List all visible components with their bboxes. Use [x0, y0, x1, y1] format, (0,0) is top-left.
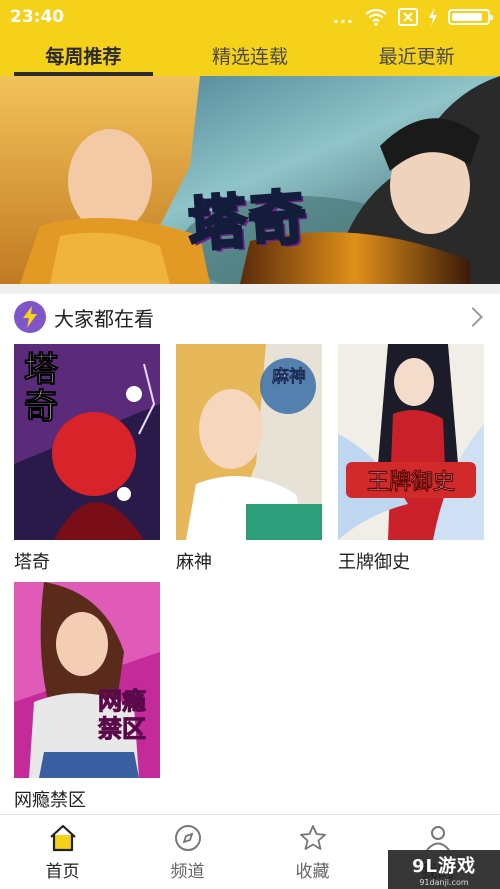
comic-title[interactable]: 塔奇 [14, 548, 160, 574]
comic-card[interactable]: 麻神 麻神 [176, 344, 322, 574]
home-icon [49, 824, 76, 852]
tab-weekly-recommend[interactable]: 每周推荐 [0, 34, 167, 76]
comic-card[interactable]: 王牌御史 王牌御史 [338, 344, 484, 574]
nav-channels[interactable]: 频道 [125, 815, 250, 889]
user-icon [425, 826, 450, 851]
watermark-main: 9L游戏 [412, 856, 476, 877]
section-title: 大家都在看 [54, 306, 154, 331]
status-icons: ... [332, 7, 493, 27]
hero-banner[interactable]: 塔奇 [0, 76, 500, 284]
comic-cover[interactable]: 王牌御史 [338, 344, 484, 540]
cover-title-text: 麻神 [272, 367, 307, 387]
comic-title[interactable]: 网瘾禁区 [14, 786, 160, 812]
tab-recent-updates[interactable]: 最近更新 [333, 34, 500, 76]
tab-bar: 每周推荐 精选连载 最近更新 [0, 34, 500, 76]
no-sim-icon [398, 8, 418, 26]
watermark-sub: 91danji.com [419, 878, 469, 887]
banner-title: 塔奇 [185, 181, 312, 260]
comic-cover[interactable]: 网瘾禁区 [14, 582, 160, 778]
status-bar: 23:40 ... [0, 0, 500, 34]
nav-favorites[interactable]: 收藏 [250, 815, 375, 889]
nav-label-home: 首页 [45, 862, 80, 882]
comic-title[interactable]: 王牌御史 [338, 548, 484, 574]
lightning-icon [14, 301, 46, 333]
comic-card[interactable]: 塔奇 塔奇 [14, 344, 160, 574]
watermark-logo: 9L游戏 91danji.com [388, 850, 500, 889]
section-separator [0, 284, 500, 294]
nav-home[interactable]: 首页 [0, 815, 125, 889]
battery-icon [448, 9, 493, 25]
chevron-right-icon[interactable] [463, 307, 483, 327]
compass-icon [174, 825, 201, 851]
star-icon [299, 825, 326, 850]
cover-title-text: 王牌御史 [346, 462, 476, 498]
comic-card[interactable]: 网瘾禁区 网瘾禁区 [14, 582, 160, 812]
section-header-popular[interactable]: 大家都在看 [0, 294, 500, 340]
app-screen: 23:40 ... 每周推荐 精选连载 最近更新 塔奇 大家都在看 塔奇 塔奇 … [0, 0, 500, 889]
cover-title-text: 网瘾禁区 [98, 687, 147, 743]
status-time: 23:40 [10, 7, 65, 27]
notification-dots: ... [332, 7, 354, 27]
comic-title[interactable]: 麻神 [176, 548, 322, 574]
nav-label-favorites: 收藏 [295, 862, 330, 882]
tab-featured-series[interactable]: 精选连载 [167, 34, 334, 76]
nav-label-channels: 频道 [170, 862, 205, 882]
cover-title-text: 塔奇 [24, 350, 59, 428]
charging-icon [429, 8, 437, 26]
comic-cover[interactable]: 麻神 [176, 344, 322, 540]
wifi-icon [365, 8, 387, 26]
comic-cover[interactable]: 塔奇 [14, 344, 160, 540]
